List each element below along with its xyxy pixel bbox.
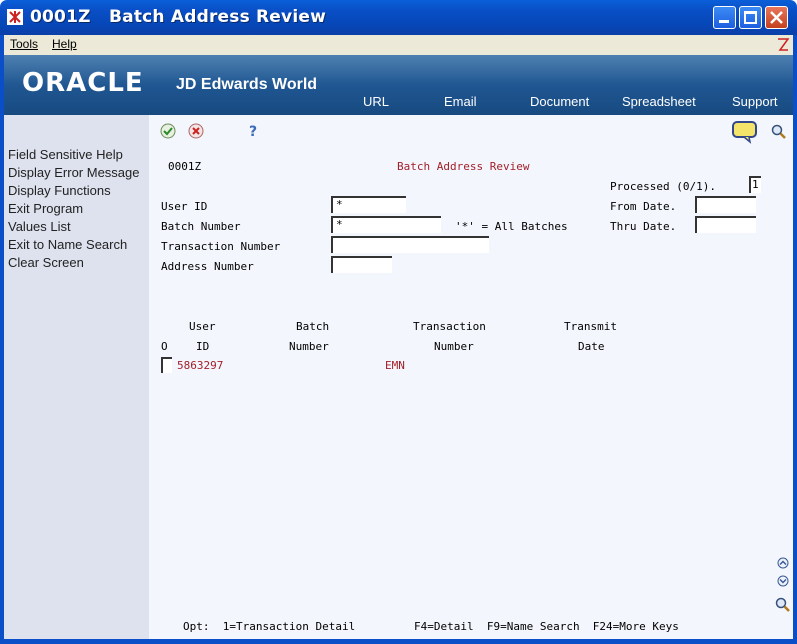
- oracle-banner: ORACLE JD Edwards World URL Email Docume…: [4, 55, 793, 115]
- link-url[interactable]: URL: [363, 94, 389, 109]
- header-transaction: Transaction: [413, 320, 486, 333]
- row-option-field[interactable]: [161, 357, 172, 373]
- nav-exit-to-name-search[interactable]: Exit to Name Search: [8, 237, 127, 252]
- nav-display-error-message[interactable]: Display Error Message: [8, 165, 140, 180]
- header-transmit: Transmit: [564, 320, 617, 333]
- oracle-logo: ORACLE: [22, 68, 144, 98]
- row-user-id: 5863297: [177, 359, 224, 372]
- transaction-number-label: Transaction Number: [161, 240, 281, 253]
- help-icon[interactable]: ?: [246, 123, 260, 139]
- link-email[interactable]: Email: [444, 94, 477, 109]
- header-user-id: ID: [196, 340, 210, 353]
- quick-link-icon[interactable]: [776, 37, 790, 52]
- processed-field[interactable]: 1: [749, 176, 761, 193]
- from-date-label: From Date.: [610, 200, 677, 213]
- program-id: 0001Z: [168, 160, 202, 173]
- nav-clear-screen[interactable]: Clear Screen: [8, 255, 84, 270]
- scroll-up-icon[interactable]: [777, 557, 789, 569]
- thru-date-label: Thru Date.: [610, 220, 677, 233]
- menu-tools[interactable]: Tools: [10, 37, 38, 51]
- title-bar: 0001Z Batch Address Review: [0, 0, 797, 35]
- ok-icon[interactable]: [160, 123, 176, 139]
- row-transaction-number: EMN: [385, 359, 405, 372]
- maximize-button[interactable]: [739, 6, 762, 29]
- address-number-field[interactable]: [331, 256, 392, 273]
- thru-date-field[interactable]: [695, 216, 756, 233]
- nav-display-functions[interactable]: Display Functions: [8, 183, 111, 198]
- window-border-right: [793, 55, 797, 639]
- zoom-search-icon[interactable]: [775, 597, 791, 613]
- user-id-field[interactable]: *: [331, 196, 406, 213]
- menu-bar: Tools Help: [0, 35, 797, 55]
- close-button[interactable]: [765, 6, 788, 29]
- link-spreadsheet[interactable]: Spreadsheet: [622, 94, 696, 109]
- scroll-down-icon[interactable]: [777, 575, 789, 587]
- from-date-field[interactable]: [695, 196, 756, 213]
- nav-field-sensitive-help[interactable]: Field Sensitive Help: [8, 147, 123, 162]
- header-transmit-date: Date: [578, 340, 605, 353]
- address-number-label: Address Number: [161, 260, 254, 273]
- batch-number-label: Batch Number: [161, 220, 241, 233]
- close-icon: [770, 11, 783, 24]
- link-document[interactable]: Document: [530, 94, 589, 109]
- nav-values-list[interactable]: Values List: [8, 219, 71, 234]
- app-icon[interactable]: [7, 9, 23, 25]
- minimize-button[interactable]: [713, 6, 736, 29]
- screen-title: Batch Address Review: [397, 160, 530, 173]
- message-icon[interactable]: [732, 120, 758, 144]
- table-row: 5863297 EMN: [149, 355, 789, 375]
- transaction-number-field[interactable]: [331, 236, 489, 253]
- maximize-icon: [744, 11, 757, 24]
- link-support[interactable]: Support: [732, 94, 778, 109]
- menu-help[interactable]: Help: [52, 37, 77, 51]
- header-opt: O: [161, 340, 168, 353]
- header-batch-number: Number: [289, 340, 329, 353]
- nav-exit-program[interactable]: Exit Program: [8, 201, 83, 216]
- footer-options: Opt: 1=Transaction Detail: [183, 620, 356, 633]
- user-id-label: User ID: [161, 200, 208, 213]
- window-title: 0001Z Batch Address Review: [30, 7, 326, 27]
- header-user: User: [189, 320, 216, 333]
- header-transaction-number: Number: [434, 340, 474, 353]
- footer-function-keys: F4=Detail F9=Name Search F24=More Keys: [414, 620, 679, 633]
- product-name: JD Edwards World: [176, 76, 318, 93]
- processed-label: Processed (0/1).: [610, 180, 716, 193]
- main-form: ? 0001Z Batch Address Review Processed (…: [149, 115, 793, 639]
- svg-text:?: ?: [249, 124, 257, 139]
- search-icon[interactable]: [771, 124, 787, 140]
- all-batches-hint: '*' = All Batches: [455, 220, 568, 233]
- left-nav: Field Sensitive Help Display Error Messa…: [4, 115, 149, 639]
- window-border-bottom: [0, 639, 797, 644]
- batch-number-field[interactable]: *: [331, 216, 441, 233]
- cancel-icon[interactable]: [188, 123, 204, 139]
- minimize-icon: [719, 20, 729, 23]
- header-batch: Batch: [296, 320, 330, 333]
